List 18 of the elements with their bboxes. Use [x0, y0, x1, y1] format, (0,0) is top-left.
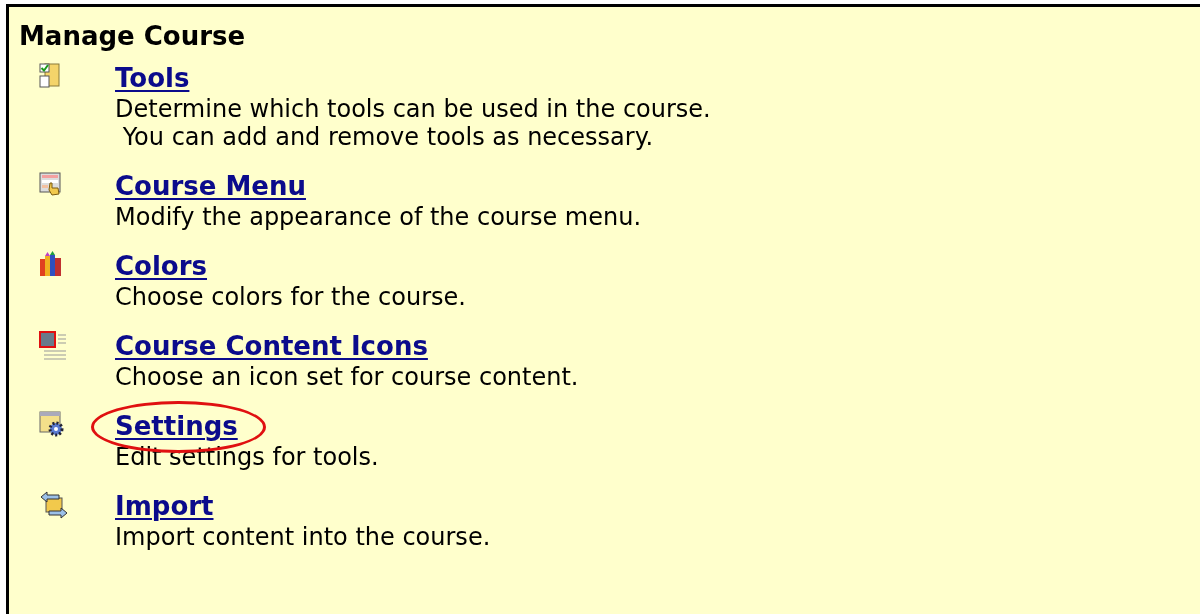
description-text: Determine which tools can be used in the course. [115, 95, 711, 123]
settings-icon [39, 411, 65, 437]
description-text: Choose colors for the course. [115, 283, 466, 311]
document-check-icon [39, 63, 61, 89]
description-text: Choose an icon set for course content. [115, 363, 579, 391]
description-text: You can add and remove tools as necessary. [121, 123, 655, 151]
description-text: Modify the appearance of the course menu. [115, 203, 642, 231]
description-text: Import content into the course. [115, 523, 491, 551]
link[interactable]: Import [115, 491, 214, 521]
transfer-icon [39, 491, 69, 519]
link[interactable]: Tools [115, 63, 190, 93]
link[interactable]: Course Menu [115, 171, 306, 201]
link[interactable]: Colors [115, 251, 207, 281]
crayons-icon [39, 251, 63, 277]
link[interactable]: Settings [115, 411, 238, 441]
image-list-icon [39, 331, 67, 361]
link[interactable]: Course Content Icons [115, 331, 428, 361]
panel-title: Manage Course [19, 21, 247, 51]
